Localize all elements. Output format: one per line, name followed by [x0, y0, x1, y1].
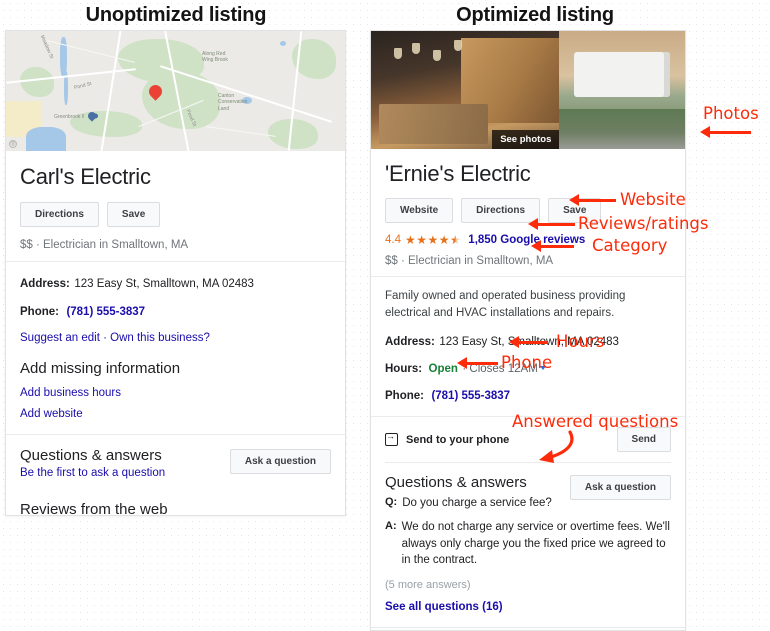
- unoptimized-column-title: Unoptimized listing: [85, 4, 267, 26]
- reviews-heading-left: Reviews from the web: [20, 501, 168, 516]
- suggest-edit-links[interactable]: Suggest an edit · Own this business?: [20, 332, 331, 344]
- annotation-photos-arrow: [700, 126, 751, 138]
- ask-a-question-button-left[interactable]: Ask a question: [229, 449, 331, 474]
- annotation-reviews-arrow: [528, 218, 575, 230]
- see-outside-caption[interactable]: See outside: [615, 130, 685, 149]
- annotation-photos: Photos: [703, 104, 759, 123]
- annotation-phone-arrow: [457, 357, 498, 369]
- add-business-hours-link[interactable]: Add business hours: [20, 387, 331, 399]
- optimized-category-meta: $$ · Electrician in Smalltown, MA: [385, 255, 554, 267]
- annotation-category-arrow: [531, 240, 574, 252]
- directions-button-left[interactable]: Directions: [20, 202, 99, 227]
- unoptimized-business-name: Carl's Electric: [20, 164, 151, 189]
- ask-a-question-button-right[interactable]: Ask a question: [569, 475, 671, 501]
- question-text: Do you charge a service fee?: [402, 497, 552, 510]
- add-website-link[interactable]: Add website: [20, 408, 331, 420]
- unoptimized-category-meta: $$ · Electrician in Smalltown, MA: [20, 239, 189, 251]
- map-compass-icon[interactable]: ◎: [9, 140, 17, 148]
- rating-value: 4.4: [385, 234, 401, 246]
- send-button[interactable]: Send: [616, 427, 671, 453]
- optimized-business-name: 'Ernie's Electric: [385, 161, 531, 186]
- send-to-phone-label: Send to your phone: [406, 433, 510, 446]
- photo-strip: See photos See outside: [371, 31, 685, 149]
- phone-label-left: Phone:: [20, 306, 59, 318]
- map-label-meadow-st: Meadow St: [38, 34, 55, 60]
- optimized-column-title: Optimized listing: [456, 4, 614, 26]
- more-answers-label: (5 more answers): [385, 578, 471, 591]
- annotation-answered-questions: Answered questions: [512, 412, 679, 431]
- annotation-answered-questions-arrow: [539, 430, 574, 463]
- map-label-greenbrook: Greenbrook II: [54, 114, 85, 120]
- see-photos-caption[interactable]: See photos: [492, 130, 560, 149]
- star-rating-icon: ★★★★: [405, 233, 451, 247]
- phone-label-right: Phone:: [385, 390, 424, 403]
- answer-text: We do not charge any service or overtime…: [401, 521, 670, 566]
- address-label-right: Address:: [385, 336, 435, 349]
- annotation-category: Category: [592, 236, 668, 255]
- interior-photo[interactable]: See photos: [371, 31, 560, 149]
- save-button-left[interactable]: Save: [106, 202, 161, 227]
- annotation-website-arrow: [569, 194, 616, 206]
- website-button[interactable]: Website: [385, 198, 454, 223]
- annotation-hours: Hours: [556, 332, 605, 351]
- see-all-questions-link[interactable]: See all questions (16): [385, 601, 671, 613]
- question-key: Q:: [385, 496, 398, 509]
- answer-key: A:: [385, 520, 397, 533]
- hours-label: Hours:: [385, 363, 423, 376]
- address-value-left: 123 Easy St, Smalltown, MA 02483: [74, 278, 254, 290]
- phone-value-left[interactable]: (781) 555-3837: [66, 306, 145, 318]
- add-missing-info-heading: Add missing information: [20, 360, 181, 377]
- map-label-brook: Along Red Wing Brook: [202, 51, 228, 64]
- annotation-phone: Phone: [501, 353, 553, 372]
- phone-value-right[interactable]: (781) 555-3837: [431, 390, 510, 402]
- annotation-hours-arrow: [509, 336, 548, 348]
- comparison-page: Unoptimized listing Optimized listing Al…: [0, 0, 770, 631]
- street-view-photo[interactable]: See outside: [559, 31, 685, 149]
- map-label-conservation: Canton Conservation Land: [218, 93, 248, 112]
- unoptimized-listing-card: Along Red Wing Brook Canton Conservation…: [5, 30, 346, 516]
- optimized-listing-card: See photos See outside 'Ernie's Electric…: [370, 30, 686, 631]
- business-description: Family owned and operated business provi…: [385, 290, 626, 319]
- hours-status: Open: [428, 363, 458, 376]
- send-to-phone-icon: [385, 431, 398, 447]
- address-label-left: Address:: [20, 278, 70, 290]
- map-label-pond-st: Pond St: [73, 80, 93, 92]
- map-preview[interactable]: Along Red Wing Brook Canton Conservation…: [6, 31, 345, 151]
- half-star-icon: ★: [450, 233, 462, 247]
- annotation-website: Website: [620, 190, 686, 209]
- annotation-reviews-ratings: Reviews/ratings: [578, 214, 709, 233]
